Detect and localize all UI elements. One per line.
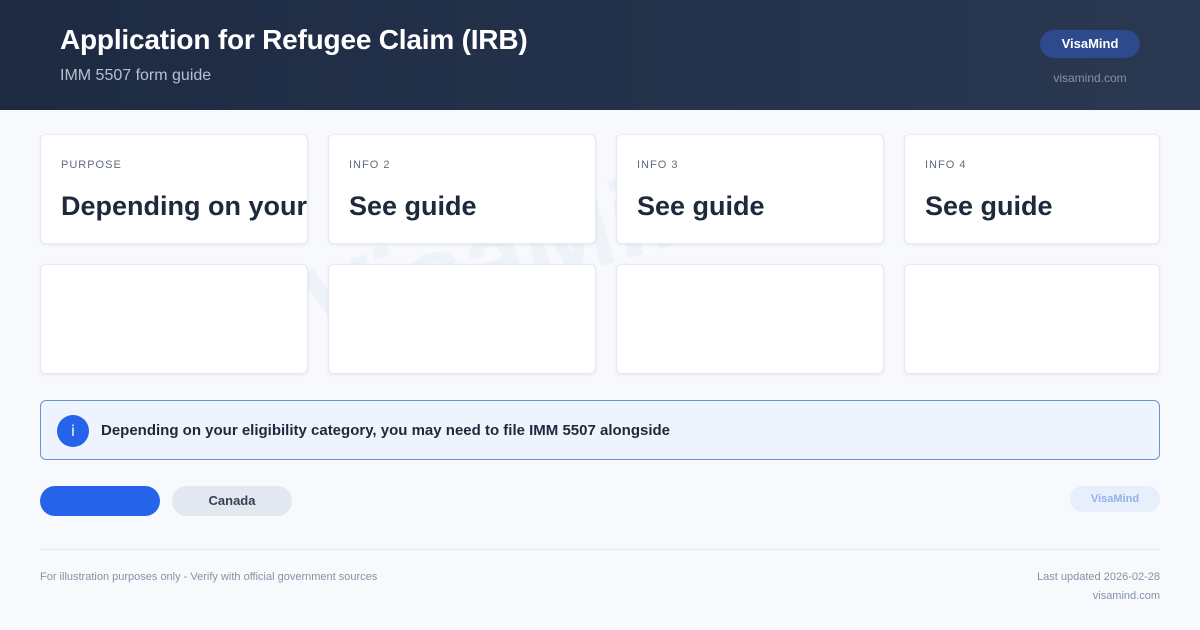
info-card-2: INFO 2 See guide <box>328 134 596 244</box>
primary-action-button[interactable] <box>40 486 160 516</box>
footer-site-link[interactable]: visamind.com <box>1093 590 1160 602</box>
info-icon: i <box>57 415 89 447</box>
info-card-purpose: PURPOSE Depending on your eligibility ca… <box>40 134 308 244</box>
country-button[interactable]: Canada <box>172 486 292 516</box>
card-value: Depending on your eligibility category, … <box>61 191 307 221</box>
card-label: INFO 2 <box>349 159 391 171</box>
empty-card <box>328 264 596 374</box>
notice-text: Depending on your eligibility category, … <box>101 422 670 439</box>
footer-divider <box>40 549 1160 550</box>
page-subtitle: IMM 5507 form guide <box>60 67 212 84</box>
card-value: See guide <box>925 191 1053 221</box>
brand-badge[interactable]: VisaMind <box>1040 30 1140 58</box>
card-value: See guide <box>349 191 477 221</box>
empty-card <box>40 264 308 374</box>
page-header: Application for Refugee Claim (IRB) IMM … <box>0 0 1200 110</box>
footer-disclaimer: For illustration purposes only - Verify … <box>40 571 378 583</box>
card-label: INFO 4 <box>925 159 967 171</box>
brand-button[interactable]: VisaMind <box>1070 486 1160 512</box>
card-label: PURPOSE <box>61 159 122 171</box>
empty-card <box>616 264 884 374</box>
info-notice: i Depending on your eligibility category… <box>40 400 1160 460</box>
brand-site-link[interactable]: visamind.com <box>1040 71 1140 85</box>
last-updated: Last updated 2026-02-28 <box>1037 571 1160 583</box>
info-card-4: INFO 4 See guide <box>904 134 1160 244</box>
page-title: Application for Refugee Claim (IRB) <box>60 24 528 55</box>
info-card-3: INFO 3 See guide <box>616 134 884 244</box>
card-label: INFO 3 <box>637 159 679 171</box>
empty-card <box>904 264 1160 374</box>
card-value: See guide <box>637 191 765 221</box>
